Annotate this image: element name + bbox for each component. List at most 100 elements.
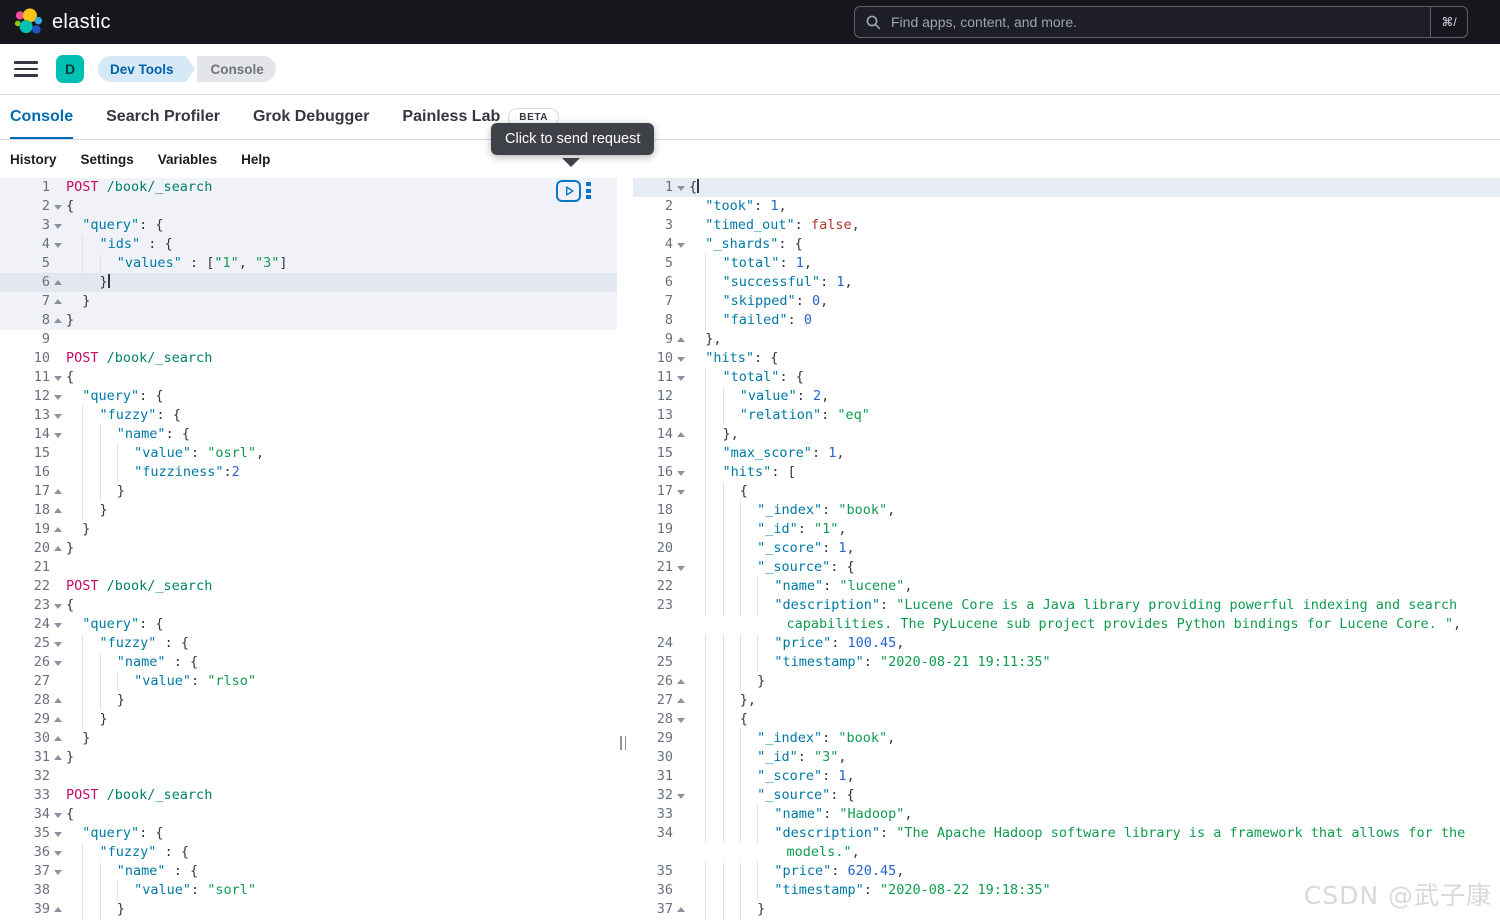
code-line[interactable]: 24 "price": 100.45, <box>633 634 1500 653</box>
menu-item-settings[interactable]: Settings <box>81 152 134 167</box>
code-line[interactable]: 33 "name": "Hadoop", <box>633 805 1500 824</box>
code-line[interactable]: 32 "_source": { <box>633 786 1500 805</box>
request-editor-pane[interactable]: 1 POST /book/_search 2{3 "query": {4 "ids"… <box>0 178 617 920</box>
fold-toggle-icon[interactable] <box>677 489 685 495</box>
code-line[interactable]: 6 "successful": 1, <box>633 273 1500 292</box>
code-line[interactable]: 18 } <box>0 501 617 520</box>
global-search-input[interactable] <box>889 13 1420 31</box>
fold-toggle-icon[interactable] <box>54 641 62 647</box>
code-line[interactable]: 4 "ids" : { <box>0 235 617 254</box>
menu-item-variables[interactable]: Variables <box>158 152 217 167</box>
code-line[interactable]: 36 "timestamp": "2020-08-22 19:18:35" <box>633 881 1500 900</box>
code-line[interactable]: 9 <box>0 330 617 349</box>
fold-toggle-icon[interactable] <box>54 413 62 419</box>
request-options-button[interactable] <box>586 182 591 199</box>
code-line[interactable]: 10 "hits": { <box>633 349 1500 368</box>
code-line[interactable]: 13 "fuzzy": { <box>0 406 617 425</box>
fold-toggle-icon[interactable] <box>54 545 62 551</box>
code-line[interactable]: 20 "_score": 1, <box>633 539 1500 558</box>
fold-toggle-icon[interactable] <box>54 812 62 818</box>
fold-toggle-icon[interactable] <box>54 831 62 837</box>
code-line[interactable]: 23 { <box>0 596 617 615</box>
code-line[interactable]: 29 "_index": "book", <box>633 729 1500 748</box>
code-line[interactable]: 1 POST /book/_search <box>0 178 617 197</box>
code-line[interactable]: 26 "name" : { <box>0 653 617 672</box>
fold-toggle-icon[interactable] <box>54 906 62 912</box>
code-line[interactable]: 23 "description": "Lucene Core is a Java… <box>633 596 1500 615</box>
code-line[interactable]: 17 { <box>633 482 1500 501</box>
code-line[interactable]: 35 "price": 620.45, <box>633 862 1500 881</box>
fold-toggle-icon[interactable] <box>677 717 685 723</box>
response-viewer-pane[interactable]: 1{2 "took": 1, 3 "timed_out": false, 4 "_s… <box>633 178 1500 920</box>
panel-resizer-handle[interactable] <box>620 736 626 750</box>
fold-toggle-icon[interactable] <box>54 279 62 285</box>
fold-toggle-icon[interactable] <box>54 660 62 666</box>
code-line[interactable]: 27 }, <box>633 691 1500 710</box>
fold-toggle-icon[interactable] <box>677 470 685 476</box>
code-line[interactable]: 11 "total": { <box>633 368 1500 387</box>
fold-toggle-icon[interactable] <box>54 869 62 875</box>
menu-item-help[interactable]: Help <box>241 152 270 167</box>
fold-toggle-icon[interactable] <box>54 223 62 229</box>
code-line[interactable]: 37 "name" : { <box>0 862 617 881</box>
fold-toggle-icon[interactable] <box>677 793 685 799</box>
tab-search-profiler[interactable]: Search Profiler <box>106 95 220 139</box>
fold-toggle-icon[interactable] <box>677 336 685 342</box>
deployment-badge[interactable]: D <box>56 55 84 83</box>
tab-console[interactable]: Console <box>10 95 73 139</box>
fold-toggle-icon[interactable] <box>54 507 62 513</box>
fold-toggle-icon[interactable] <box>54 375 62 381</box>
code-line[interactable]: 34 { <box>0 805 617 824</box>
fold-toggle-icon[interactable] <box>54 488 62 494</box>
global-search-box[interactable] <box>854 6 1431 38</box>
code-line[interactable]: 11 { <box>0 368 617 387</box>
code-line[interactable]: 26 } <box>633 672 1500 691</box>
fold-toggle-icon[interactable] <box>54 754 62 760</box>
code-line[interactable]: 30 } <box>0 729 617 748</box>
code-line[interactable]: 18 "_index": "book", <box>633 501 1500 520</box>
fold-toggle-icon[interactable] <box>54 394 62 400</box>
code-line[interactable]: 6 } <box>0 273 617 292</box>
code-line[interactable]: 28 { <box>633 710 1500 729</box>
fold-toggle-icon[interactable] <box>54 603 62 609</box>
tab-grok-debugger[interactable]: Grok Debugger <box>253 95 369 139</box>
fold-toggle-icon[interactable] <box>54 697 62 703</box>
code-line[interactable]: 15 "max_score": 1, <box>633 444 1500 463</box>
code-line[interactable]: 32 <box>0 767 617 786</box>
fold-toggle-icon[interactable] <box>677 906 685 912</box>
code-line[interactable]: 8} <box>0 311 617 330</box>
send-request-button[interactable] <box>556 180 581 202</box>
code-line[interactable]: 12 "value": 2, <box>633 387 1500 406</box>
code-line[interactable]: 22 "name": "lucene", <box>633 577 1500 596</box>
fold-toggle-icon[interactable] <box>54 317 62 323</box>
fold-toggle-icon[interactable] <box>54 850 62 856</box>
code-line[interactable]: 38 "value": "sorl" <box>0 881 617 900</box>
fold-toggle-icon[interactable] <box>54 204 62 210</box>
fold-toggle-icon[interactable] <box>677 565 685 571</box>
code-line[interactable]: 17 } <box>0 482 617 501</box>
code-line[interactable]: 27 "value": "rlso" <box>0 672 617 691</box>
code-line[interactable]: 34 "description": "The Apache Hadoop sof… <box>633 824 1500 843</box>
fold-toggle-icon[interactable] <box>677 431 685 437</box>
code-line[interactable]: 14 "name": { <box>0 425 617 444</box>
fold-toggle-icon[interactable] <box>677 678 685 684</box>
fold-toggle-icon[interactable] <box>677 185 685 191</box>
code-line[interactable]: 25 "timestamp": "2020-08-21 19:11:35" <box>633 653 1500 672</box>
fold-toggle-icon[interactable] <box>54 242 62 248</box>
fold-toggle-icon[interactable] <box>677 356 685 362</box>
code-line[interactable]: 22 POST /book/_search <box>0 577 617 596</box>
code-line[interactable]: 12 "query": { <box>0 387 617 406</box>
code-line[interactable]: 1{ <box>633 178 1500 197</box>
fold-toggle-icon[interactable] <box>54 716 62 722</box>
fold-toggle-icon[interactable] <box>54 622 62 628</box>
code-line[interactable]: 7 } <box>0 292 617 311</box>
code-line[interactable]: 13 "relation": "eq" <box>633 406 1500 425</box>
fold-toggle-icon[interactable] <box>54 526 62 532</box>
code-line[interactable]: 8 "failed": 0 <box>633 311 1500 330</box>
code-wrap-line[interactable]: models.", <box>633 843 1500 862</box>
code-line[interactable]: 36 "fuzzy" : { <box>0 843 617 862</box>
code-line[interactable]: 20} <box>0 539 617 558</box>
code-line[interactable]: 15 "value": "osrl", <box>0 444 617 463</box>
fold-toggle-icon[interactable] <box>677 242 685 248</box>
code-line[interactable]: 35 "query": { <box>0 824 617 843</box>
